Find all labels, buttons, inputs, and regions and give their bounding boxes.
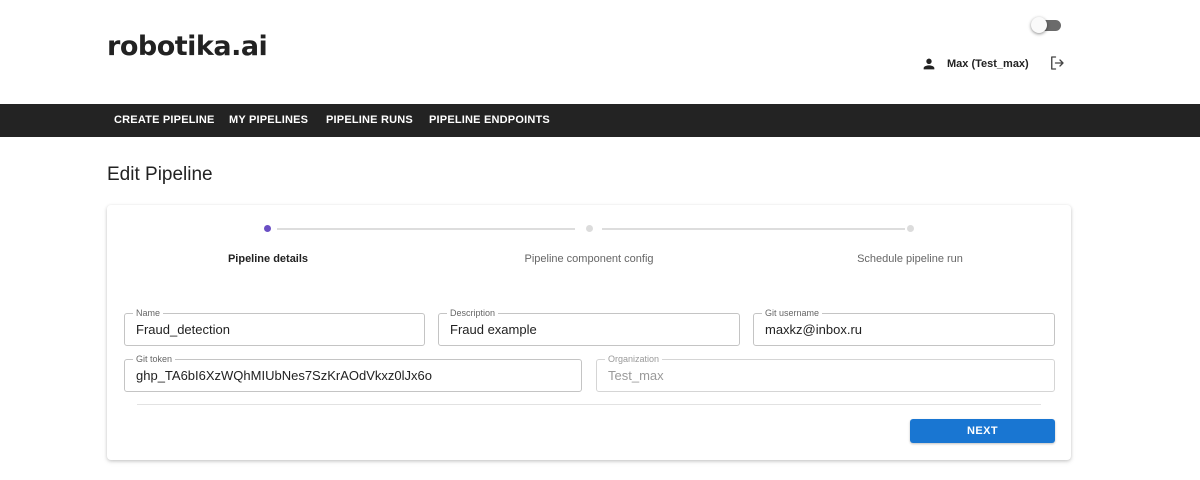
step-2-dot[interactable] (586, 225, 593, 232)
stepper-connector-2 (602, 228, 905, 230)
edit-pipeline-card: Pipeline details Pipeline component conf… (107, 205, 1071, 460)
logo[interactable]: robotika.ai (107, 31, 268, 62)
description-input[interactable] (450, 314, 728, 345)
git-username-input[interactable] (765, 314, 1043, 345)
description-field: Description (438, 308, 740, 346)
name-input[interactable] (136, 314, 413, 345)
form-divider (137, 404, 1041, 405)
stepper-connector-1 (277, 228, 575, 230)
app-header: robotika.ai Max (Test_max) (0, 0, 1200, 104)
name-field: Name (124, 308, 425, 346)
page-title: Edit Pipeline (107, 164, 213, 185)
theme-toggle[interactable] (1031, 17, 1061, 33)
page: robotika.ai Max (Test_max) CREATE PIPELI… (0, 0, 1200, 480)
next-button[interactable]: NEXT (910, 419, 1055, 443)
git-username-field: Git username (753, 308, 1055, 346)
step-1-dot[interactable] (264, 225, 271, 232)
step-2-label: Pipeline component config (524, 253, 654, 265)
user-name: Max (Test_max) (947, 58, 1029, 70)
organization-field: Organization (596, 354, 1055, 392)
git-token-input[interactable] (136, 360, 570, 391)
git-token-field: Git token (124, 354, 582, 392)
step-3-label: Schedule pipeline run (857, 253, 963, 265)
user-menu[interactable]: Max (Test_max) (921, 55, 1029, 73)
nav-pipeline-endpoints[interactable]: PIPELINE ENDPOINTS (429, 104, 550, 137)
organization-input (608, 360, 1043, 391)
nav-create-pipeline[interactable]: CREATE PIPELINE (114, 104, 215, 137)
nav-pipeline-runs[interactable]: PIPELINE RUNS (326, 104, 413, 137)
theme-toggle-thumb (1031, 17, 1047, 33)
main-nav: CREATE PIPELINE MY PIPELINES PIPELINE RU… (0, 104, 1200, 137)
step-1-label: Pipeline details (227, 253, 309, 265)
nav-my-pipelines[interactable]: MY PIPELINES (229, 104, 308, 137)
step-3-dot[interactable] (907, 225, 914, 232)
person-icon (923, 58, 935, 70)
logout-icon[interactable] (1048, 54, 1066, 72)
